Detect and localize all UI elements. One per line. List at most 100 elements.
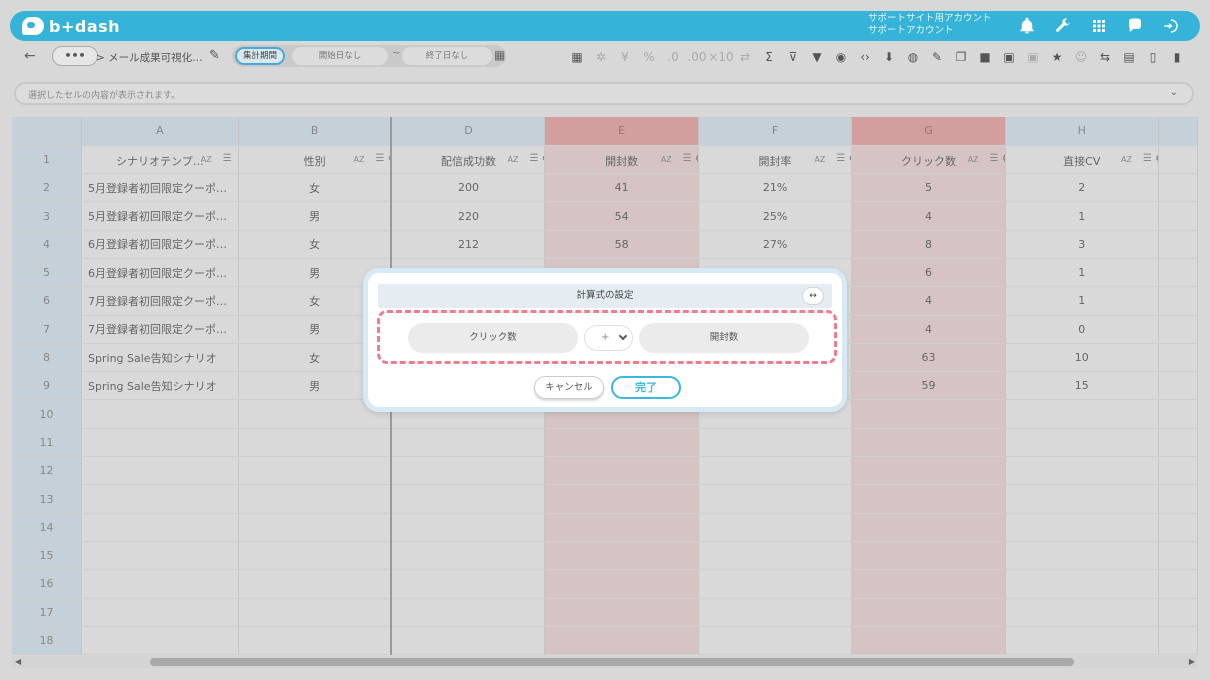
- table-cell[interactable]: [238, 598, 392, 627]
- table-cell[interactable]: [1158, 173, 1198, 203]
- table-cell[interactable]: [81, 598, 239, 627]
- table-cell[interactable]: [1158, 230, 1198, 259]
- gear-icon[interactable]: ⚙: [1002, 152, 1004, 165]
- download-icon[interactable]: ⬇: [877, 47, 901, 67]
- table-cell[interactable]: 63: [851, 343, 1006, 373]
- corner-cell[interactable]: [12, 117, 83, 146]
- table-cell[interactable]: [1158, 569, 1198, 599]
- wrench-icon[interactable]: [1052, 16, 1074, 36]
- yen-icon[interactable]: ¥: [613, 47, 637, 67]
- table-cell[interactable]: [238, 513, 392, 542]
- sparkle-icon[interactable]: ✲: [589, 47, 613, 67]
- table-cell[interactable]: [1158, 598, 1198, 627]
- field-header-cell[interactable]: 性別AZ☰⚙: [238, 145, 392, 175]
- table-cell[interactable]: [1005, 513, 1159, 542]
- field-header-cell[interactable]: 開封数AZ☰⚙: [544, 145, 699, 175]
- table-cell[interactable]: [851, 626, 1006, 655]
- account-info[interactable]: サポートサイト用アカウント サポートアカウント: [868, 13, 992, 37]
- table-cell[interactable]: [390, 541, 546, 571]
- table-cell[interactable]: [81, 569, 239, 599]
- transpose-icon[interactable]: ⇄: [733, 47, 757, 67]
- archive-icon[interactable]: ▣: [997, 47, 1021, 67]
- table-cell[interactable]: [1158, 513, 1198, 542]
- decimal-up-icon[interactable]: .00: [685, 47, 709, 67]
- row-number[interactable]: 7: [12, 315, 83, 344]
- table-cell[interactable]: 58: [544, 230, 699, 259]
- row-number[interactable]: 17: [12, 598, 83, 627]
- expand-icon[interactable]: ↔: [802, 287, 824, 305]
- table-cell[interactable]: [1005, 399, 1159, 429]
- table-cell[interactable]: [851, 598, 1006, 627]
- table-cell[interactable]: [544, 484, 699, 514]
- table-cell[interactable]: 54: [544, 201, 699, 231]
- table-cell[interactable]: 59: [851, 371, 1006, 401]
- table-cell[interactable]: [1158, 258, 1198, 288]
- end-date-field[interactable]: 終了日なし: [402, 47, 492, 65]
- complete-button[interactable]: 完了: [611, 376, 681, 399]
- table-cell[interactable]: [81, 541, 239, 571]
- row-number[interactable]: 1: [12, 145, 83, 175]
- table-cell[interactable]: 25%: [698, 201, 853, 231]
- row-number[interactable]: 6: [12, 286, 83, 316]
- table-cell[interactable]: [1005, 456, 1159, 486]
- table-cell[interactable]: 21%: [698, 173, 853, 203]
- table-cell[interactable]: [1158, 201, 1198, 231]
- table-cell[interactable]: 41: [544, 173, 699, 203]
- table-cell[interactable]: [390, 484, 546, 514]
- filter-icon[interactable]: ☰: [683, 153, 692, 164]
- table-cell[interactable]: [1158, 484, 1198, 514]
- filter-icon[interactable]: ☰: [990, 153, 999, 164]
- filter-icon[interactable]: ☰: [836, 153, 845, 164]
- row-number[interactable]: 10: [12, 399, 83, 429]
- filter-icon[interactable]: ☰: [223, 153, 232, 164]
- table-cell[interactable]: [698, 598, 853, 627]
- chevron-down-icon[interactable]: ⌄: [1170, 87, 1178, 98]
- period-button[interactable]: 集計期間: [235, 47, 285, 65]
- table-cell[interactable]: [238, 428, 392, 458]
- table-cell[interactable]: [390, 428, 546, 458]
- table-cell[interactable]: 5月登録者初回限定クーポ…: [81, 201, 239, 231]
- table-cell[interactable]: 5月登録者初回限定クーポ…: [81, 173, 239, 203]
- row-number[interactable]: 4: [12, 230, 83, 259]
- field-header-cell[interactable]: 開封率AZ☰⚙: [698, 145, 853, 175]
- cell-content-bar[interactable]: 選択したセルの内容が表示されます。 ⌄: [14, 82, 1194, 105]
- user-icon[interactable]: ☺: [1069, 47, 1093, 67]
- table-cell[interactable]: [698, 484, 853, 514]
- table-cell[interactable]: [698, 428, 853, 458]
- table-cell[interactable]: 6月登録者初回限定クーポ…: [81, 230, 239, 259]
- calendar-icon[interactable]: ▤: [1117, 47, 1141, 67]
- table-cell[interactable]: 1: [1005, 286, 1159, 316]
- table-cell[interactable]: 2: [1005, 173, 1159, 203]
- row-number[interactable]: 14: [12, 513, 83, 542]
- table-cell[interactable]: 女: [238, 230, 392, 259]
- table-cell[interactable]: [851, 428, 1006, 458]
- table-cell[interactable]: [1158, 315, 1198, 344]
- start-date-field[interactable]: 開始日なし: [292, 47, 388, 65]
- table-cell[interactable]: [698, 626, 853, 655]
- sort-icon[interactable]: AZ: [1121, 155, 1132, 164]
- table-cell[interactable]: 1: [1005, 201, 1159, 231]
- sync-icon[interactable]: ⇆: [1093, 47, 1117, 67]
- table-cell[interactable]: 200: [390, 173, 546, 203]
- clipboard-icon[interactable]: ▮: [1165, 47, 1189, 67]
- sort-icon[interactable]: AZ: [661, 155, 672, 164]
- back-arrow-icon[interactable]: ←: [24, 48, 36, 64]
- scrollbar-thumb[interactable]: [150, 658, 1074, 666]
- more-button[interactable]: •••: [52, 46, 98, 66]
- table-cell[interactable]: [1158, 626, 1198, 655]
- table-cell[interactable]: [81, 513, 239, 542]
- table-cell[interactable]: [698, 541, 853, 571]
- table-cell[interactable]: [851, 513, 1006, 542]
- apps-grid-icon[interactable]: [1088, 16, 1110, 36]
- logout-icon[interactable]: [1160, 16, 1182, 36]
- table-cell[interactable]: [1005, 569, 1159, 599]
- table-cell[interactable]: 4: [851, 286, 1006, 316]
- gear-icon[interactable]: ⚙: [1155, 152, 1157, 165]
- field-header-cell[interactable]: 直接CVAZ☰⚙: [1005, 145, 1159, 175]
- scroll-right-icon[interactable]: ▶: [1189, 656, 1195, 668]
- right-operand-field[interactable]: 開封数: [639, 323, 809, 353]
- table-cell[interactable]: 女: [238, 173, 392, 203]
- trash-icon[interactable]: ■: [973, 47, 997, 67]
- table-cell[interactable]: 6月登録者初回限定クーポ…: [81, 258, 239, 288]
- field-header-cell[interactable]: シナリオテンプ… AZ ☰: [81, 145, 239, 175]
